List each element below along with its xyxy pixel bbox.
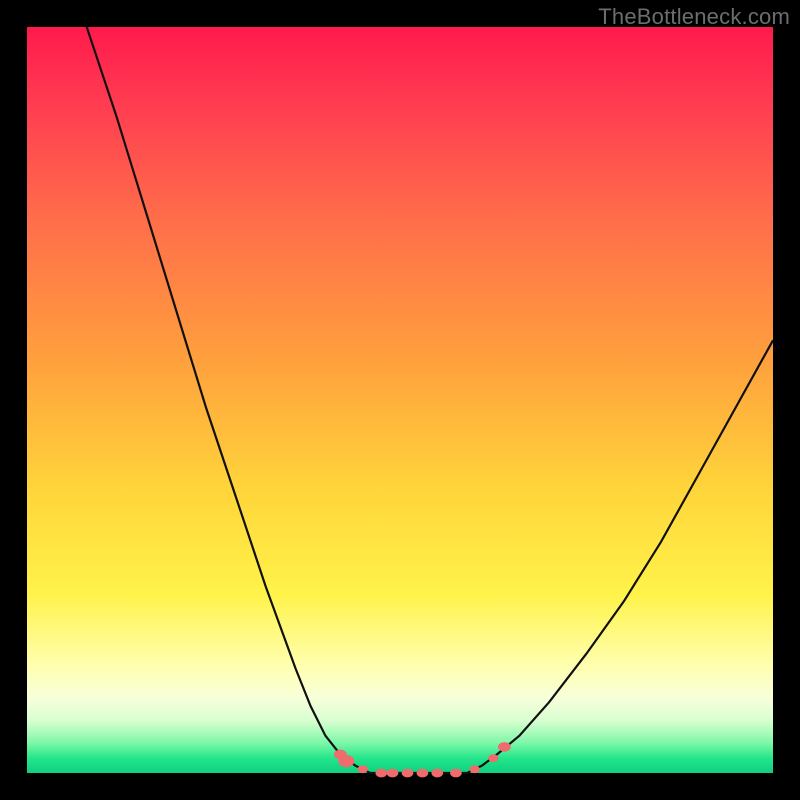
chart-frame: TheBottleneck.com xyxy=(0,0,800,800)
data-dot xyxy=(358,765,368,773)
watermark-text: TheBottleneck.com xyxy=(598,4,790,30)
bottleneck-curve xyxy=(87,27,773,773)
data-dot xyxy=(450,769,462,778)
data-dot xyxy=(432,769,444,778)
data-dot xyxy=(338,755,354,767)
data-dot xyxy=(417,769,429,778)
data-dot xyxy=(488,754,498,762)
data-dot xyxy=(376,769,388,778)
data-dots xyxy=(334,742,511,777)
data-dot xyxy=(402,769,414,778)
chart-svg xyxy=(27,27,773,773)
data-dot xyxy=(498,742,511,752)
chart-plot-area xyxy=(27,27,773,773)
data-dot xyxy=(469,765,479,773)
data-dot xyxy=(387,769,399,778)
